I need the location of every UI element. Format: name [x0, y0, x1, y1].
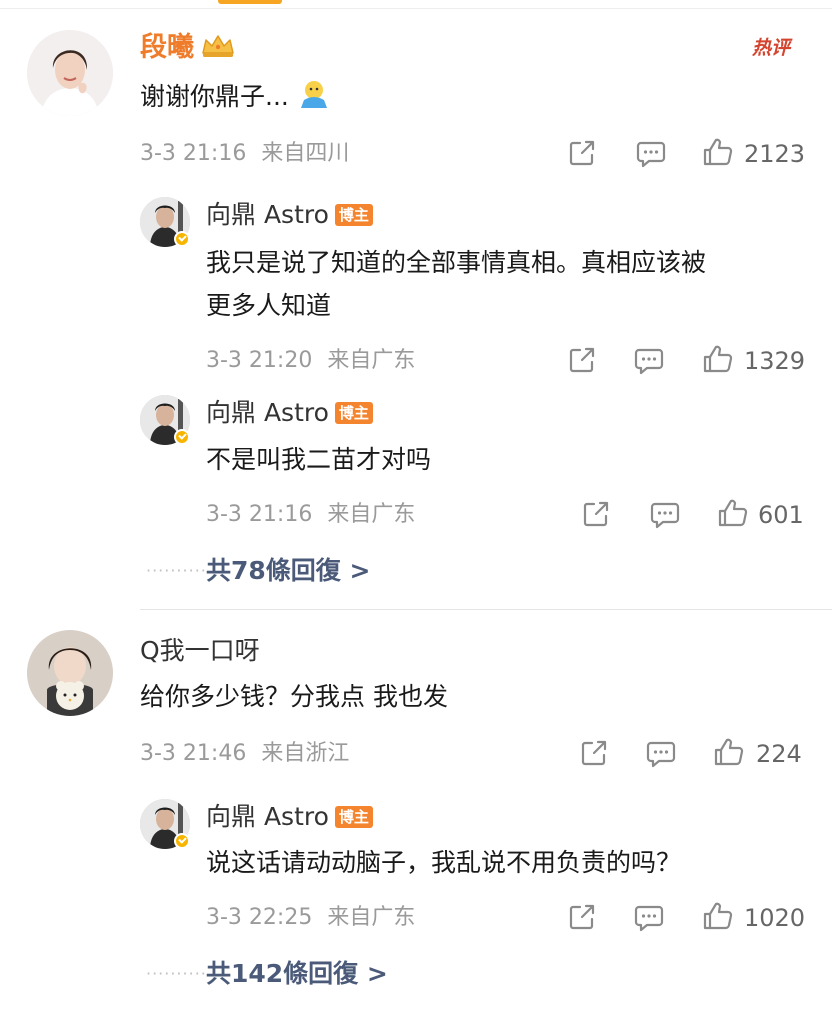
comment-icon[interactable] [634, 347, 664, 375]
reply-text-line: 更多人知道 [206, 291, 332, 320]
comment-text: 谢谢你鼎子... [140, 82, 289, 111]
author-name[interactable]: 向鼎 Astro [206, 802, 329, 832]
timestamp: 3-3 21:16 [206, 502, 313, 527]
blogger-badge: 博主 [334, 806, 373, 828]
reply-text-line: 我只是说了知道的全部事情真相。真相应该被 [206, 248, 707, 277]
verified-badge-icon [174, 231, 190, 247]
like-count: 2123 [744, 140, 806, 168]
comment-text: 给你多少钱？分我点 我也发 [140, 682, 448, 711]
top-tab-indicator [218, 0, 282, 4]
blue-face-emoji [297, 80, 331, 114]
timestamp: 3-3 21:20 [206, 348, 313, 373]
share-icon[interactable] [568, 346, 596, 374]
thumbs-up-icon[interactable] [703, 901, 733, 931]
thumbs-up-icon[interactable] [714, 737, 744, 767]
dotted-leader: ·········· [146, 561, 207, 580]
thumbs-up-icon[interactable] [718, 498, 748, 528]
author-name[interactable]: 向鼎 Astro [206, 398, 329, 428]
author-name[interactable]: 段曦 [140, 32, 194, 64]
verified-badge-icon [174, 429, 190, 445]
reply-header: 向鼎 Astro 博主 [206, 398, 373, 428]
location: 来自广东 [327, 348, 416, 373]
comment-icon[interactable] [636, 140, 666, 168]
author-name[interactable]: 向鼎 Astro [206, 200, 329, 230]
view-more-replies-link[interactable]: 共78條回復 > [206, 556, 370, 586]
timestamp: 3-3 21:46 [140, 741, 247, 766]
timestamp: 3-3 21:16 [140, 141, 247, 166]
location: 来自广东 [327, 905, 416, 930]
like-count: 601 [758, 501, 804, 529]
share-icon[interactable] [580, 739, 608, 767]
comment-icon[interactable] [634, 904, 664, 932]
user-photo [27, 30, 113, 116]
share-icon[interactable] [568, 139, 596, 167]
location: 来自四川 [261, 141, 350, 166]
comment-icon[interactable] [646, 740, 676, 768]
view-more-replies-link[interactable]: 共142條回復 > [206, 959, 388, 989]
dotted-leader: ·········· [146, 964, 207, 983]
verified-badge-icon [174, 833, 190, 849]
thumbs-up-icon[interactable] [703, 137, 733, 167]
like-count: 1020 [744, 904, 806, 932]
reply-header: 向鼎 Astro 博主 [206, 802, 373, 832]
user-photo [27, 630, 113, 716]
hot-comment-tag: 热评 [752, 37, 791, 59]
like-count: 224 [756, 740, 802, 768]
reply-meta: 3-3 21:20 来自广东 [206, 347, 415, 375]
comment-meta: 3-3 21:16 来自四川 [140, 140, 349, 168]
comment-meta: 3-3 21:46 来自浙江 [140, 740, 349, 768]
like-count: 1329 [744, 347, 806, 375]
avatar[interactable] [27, 30, 113, 116]
reply-header: 向鼎 Astro 博主 [206, 200, 373, 230]
reply-meta: 3-3 22:25 来自广东 [206, 904, 415, 932]
location: 来自浙江 [261, 741, 350, 766]
reply-text-line: 不是叫我二苗才对吗 [206, 445, 432, 474]
thumbs-up-icon[interactable] [703, 344, 733, 374]
comment-header: 段曦 [140, 32, 236, 64]
comment-divider [140, 609, 832, 610]
comment-icon[interactable] [650, 501, 680, 529]
location: 来自广东 [327, 502, 416, 527]
avatar[interactable] [27, 630, 113, 716]
blogger-badge: 博主 [334, 402, 373, 424]
share-icon[interactable] [568, 903, 596, 931]
blogger-badge: 博主 [334, 204, 373, 226]
comment-body: 谢谢你鼎子... [140, 78, 331, 116]
reply-text-line: 说这话请动动脑子，我乱说不用负责的吗？ [206, 848, 682, 877]
share-icon[interactable] [582, 500, 610, 528]
crown-icon [200, 33, 236, 63]
top-divider [0, 8, 832, 9]
timestamp: 3-3 22:25 [206, 905, 313, 930]
author-name[interactable]: Q我一口呀 [140, 636, 260, 666]
reply-meta: 3-3 21:16 来自广东 [206, 501, 415, 529]
